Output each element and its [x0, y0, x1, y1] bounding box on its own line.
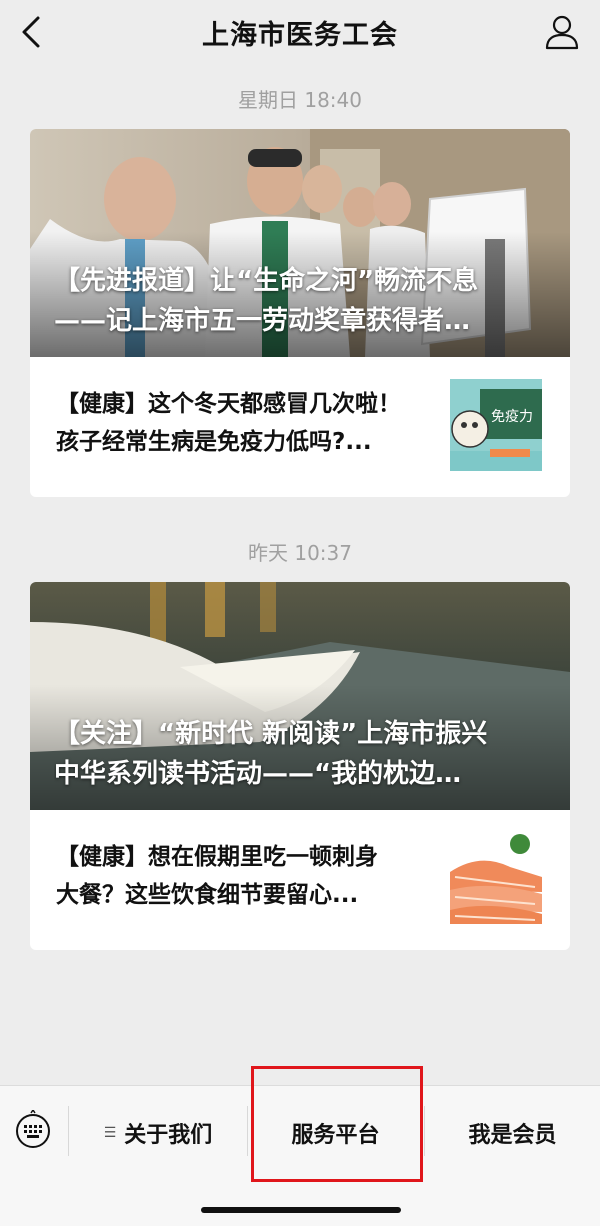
- article-cover-title: 【关注】“新时代 新阅读”上海市振兴 中华系列读书活动——“我的枕边…: [54, 714, 548, 794]
- article-card: 【关注】“新时代 新阅读”上海市振兴 中华系列读书活动——“我的枕边… 【健康】…: [30, 582, 570, 950]
- menu-member[interactable]: 我是会员: [425, 1104, 600, 1162]
- article-item[interactable]: 【健康】这个冬天都感冒几次啦！ 孩子经常生病是免疫力低吗?... 免疫力: [30, 357, 570, 497]
- menu-service-platform[interactable]: 服务平台: [248, 1104, 423, 1162]
- item-title-line: 【健康】这个冬天都感冒几次啦！: [56, 391, 401, 417]
- keyboard-icon[interactable]: [14, 1108, 52, 1150]
- top-bar: 上海市医务工会: [0, 0, 600, 64]
- menu-about-us[interactable]: ☰ 关于我们: [69, 1104, 247, 1162]
- bottom-menu-bar: ☰ 关于我们 服务平台 我是会员: [0, 1085, 600, 1226]
- article-item-title: 【健康】想在假期里吃一顿刺身 大餐？这些饮食细节要留心...: [56, 838, 436, 914]
- article-card: 【先进报道】让“生命之河”畅流不息 ——记上海市五一劳动奖章获得者… 【健康】这…: [30, 129, 570, 497]
- article-cover[interactable]: 【先进报道】让“生命之河”畅流不息 ——记上海市五一劳动奖章获得者…: [30, 129, 570, 357]
- home-indicator: [201, 1207, 401, 1213]
- menu-label: 关于我们: [124, 1123, 213, 1148]
- article-item[interactable]: 【健康】想在假期里吃一顿刺身 大餐？这些饮食细节要留心...: [30, 810, 570, 950]
- menu-label: 服务平台: [291, 1123, 380, 1148]
- thumbnail-text: 免疫力: [491, 409, 533, 425]
- article-thumbnail: 免疫力: [450, 379, 542, 471]
- article-cover-title: 【先进报道】让“生命之河”畅流不息 ——记上海市五一劳动奖章获得者…: [54, 261, 548, 341]
- article-cover[interactable]: 【关注】“新时代 新阅读”上海市振兴 中华系列读书活动——“我的枕边…: [30, 582, 570, 810]
- article-thumbnail: [450, 832, 542, 924]
- item-title-line: 孩子经常生病是免疫力低吗?...: [56, 429, 372, 455]
- timestamp: 昨天 10:37: [248, 541, 352, 565]
- person-icon[interactable]: [542, 12, 582, 52]
- page-title: 上海市医务工会: [202, 19, 398, 51]
- item-title-line: 【健康】想在假期里吃一顿刺身: [56, 844, 378, 870]
- menu-lines-icon: ☰: [103, 1125, 117, 1141]
- cover-title-line: 【关注】“新时代 新阅读”上海市振兴: [54, 719, 488, 749]
- item-title-line: 大餐？这些饮食细节要留心...: [56, 882, 359, 908]
- cover-title-line: 中华系列读书活动——“我的枕边…: [54, 759, 462, 789]
- menu-label: 我是会员: [468, 1123, 557, 1148]
- cover-title-line: 【先进报道】让“生命之河”畅流不息: [54, 266, 479, 296]
- chevron-left-icon[interactable]: [18, 14, 48, 50]
- timestamp: 星期日 18:40: [238, 88, 362, 112]
- cover-title-line: ——记上海市五一劳动奖章获得者…: [54, 306, 471, 336]
- article-item-title: 【健康】这个冬天都感冒几次啦！ 孩子经常生病是免疫力低吗?...: [56, 385, 436, 461]
